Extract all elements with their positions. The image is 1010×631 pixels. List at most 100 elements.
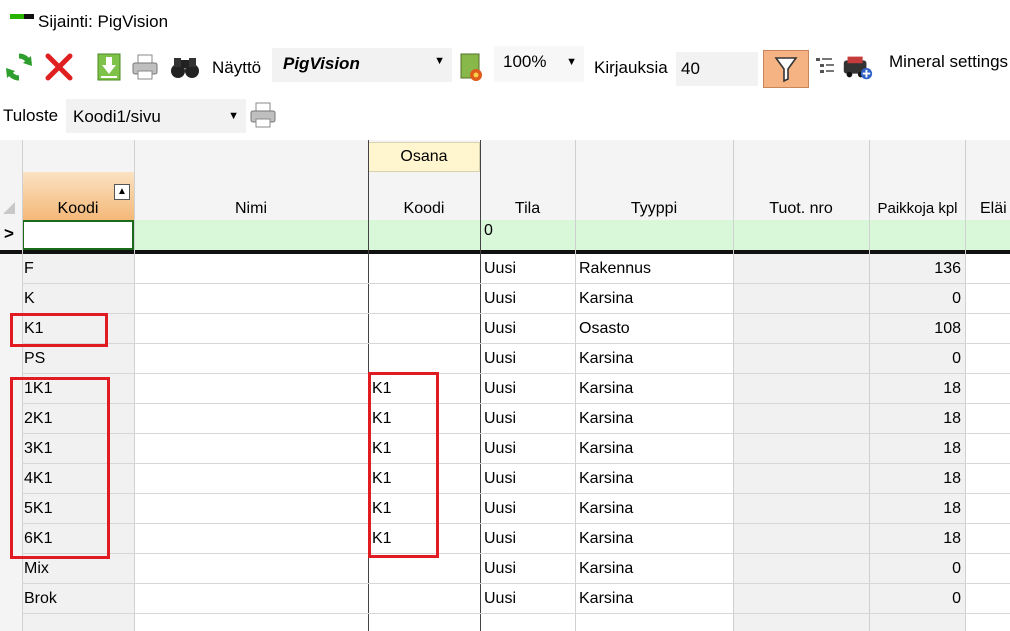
cell-tyyppi[interactable]: Karsina [579, 560, 729, 578]
table-row[interactable]: 3K1 K1 Uusi Karsina 18 [0, 434, 1010, 464]
refresh-icon[interactable] [2, 50, 36, 84]
cell-tyyppi[interactable]: Karsina [579, 380, 729, 398]
records-count-field[interactable]: 40 [676, 52, 758, 86]
cell-osana-koodi[interactable]: K1 [372, 380, 476, 398]
cell-osana-koodi[interactable]: K1 [372, 410, 476, 428]
window-title: Sijainti: PigVision [38, 12, 169, 31]
cell-paikkoja[interactable]: 136 [871, 260, 961, 278]
filter-button[interactable] [763, 50, 809, 88]
cell-tyyppi[interactable]: Karsina [579, 530, 729, 548]
cell-koodi[interactable]: Mix [24, 560, 132, 578]
cell-paikkoja[interactable]: 0 [871, 290, 961, 308]
filter-icon [774, 57, 798, 83]
cell-tila[interactable]: Uusi [484, 440, 572, 458]
table-row[interactable]: 2K1 K1 Uusi Karsina 18 [0, 404, 1010, 434]
cell-paikkoja[interactable]: 18 [871, 410, 961, 428]
binoculars-icon[interactable] [168, 50, 202, 84]
print-layout-select[interactable]: Koodi1/sivu ▼ [66, 99, 246, 133]
cell-tila[interactable]: Uusi [484, 560, 572, 578]
cell-koodi[interactable]: 5K1 [24, 500, 132, 518]
table-row[interactable]: Mix Uusi Karsina 0 [0, 554, 1010, 584]
cell-tila[interactable]: Uusi [484, 260, 572, 278]
cell-tila[interactable]: Uusi [484, 380, 572, 398]
cell-paikkoja[interactable]: 0 [871, 590, 961, 608]
table-row[interactable]: 4K1 K1 Uusi Karsina 18 [0, 464, 1010, 494]
chevron-down-icon: ▼ [566, 56, 577, 68]
cell-tila[interactable]: Uusi [484, 350, 572, 368]
cell-koodi[interactable]: 1K1 [24, 380, 132, 398]
table-row[interactable]: 5K1 K1 Uusi Karsina 18 [0, 494, 1010, 524]
column-header-osana-koodi[interactable]: Koodi [368, 200, 480, 218]
table-row[interactable]: Brok Uusi Karsina 0 [0, 584, 1010, 614]
main-toolbar: Näyttö PigVision ▼ 100% ▼ Kirjauksia 40 … [0, 44, 1010, 92]
cell-tila[interactable]: Uusi [484, 290, 572, 308]
cell-tyyppi[interactable]: Karsina [579, 440, 729, 458]
cell-paikkoja[interactable]: 18 [871, 500, 961, 518]
mineral-settings-button[interactable]: Mineral settings [889, 52, 1008, 72]
cell-koodi[interactable]: 4K1 [24, 470, 132, 488]
add-vehicle-icon[interactable] [840, 50, 874, 84]
cell-koodi[interactable]: PS [24, 350, 132, 368]
print-toolbar: Tuloste Koodi1/sivu ▼ [0, 92, 1010, 138]
cell-paikkoja[interactable]: 18 [871, 440, 961, 458]
column-header-elaimia[interactable]: Eläi [980, 200, 1010, 218]
cell-paikkoja[interactable]: 18 [871, 380, 961, 398]
cell-tyyppi[interactable]: Osasto [579, 320, 729, 338]
print-icon[interactable] [128, 50, 162, 84]
new-row-tila[interactable]: 0 [484, 222, 493, 240]
records-label: Kirjauksia [594, 58, 668, 77]
cell-koodi[interactable]: K [24, 290, 132, 308]
cell-paikkoja[interactable]: 108 [871, 320, 961, 338]
cell-tyyppi[interactable]: Karsina [579, 410, 729, 428]
tree-list-icon[interactable] [808, 50, 842, 84]
print-icon[interactable] [246, 98, 280, 132]
cell-tila[interactable]: Uusi [484, 320, 572, 338]
cell-paikkoja[interactable]: 18 [871, 530, 961, 548]
cell-tyyppi[interactable]: Karsina [579, 590, 729, 608]
cell-koodi[interactable]: Brok [24, 590, 132, 608]
cell-tila[interactable]: Uusi [484, 470, 572, 488]
cell-koodi[interactable]: 3K1 [24, 440, 132, 458]
cell-tila[interactable]: Uusi [484, 530, 572, 548]
column-header-koodi[interactable]: Koodi [22, 200, 134, 218]
cell-tila[interactable]: Uusi [484, 410, 572, 428]
cell-tila[interactable]: Uusi [484, 500, 572, 518]
cell-tyyppi[interactable]: Karsina [579, 500, 729, 518]
cell-koodi[interactable]: 6K1 [24, 530, 132, 548]
save-download-icon[interactable] [92, 50, 126, 84]
chevron-down-icon: ▼ [434, 55, 445, 67]
cell-paikkoja[interactable]: 0 [871, 560, 961, 578]
new-row[interactable] [22, 220, 1010, 250]
new-row-koodi-editor[interactable] [22, 220, 134, 250]
column-header-tyyppi[interactable]: Tyyppi [575, 200, 733, 218]
view-select[interactable]: PigVision ▼ [272, 48, 452, 82]
cell-tyyppi[interactable]: Karsina [579, 470, 729, 488]
cell-osana-koodi[interactable]: K1 [372, 470, 476, 488]
cell-tyyppi[interactable]: Rakennus [579, 260, 729, 278]
cell-tila[interactable]: Uusi [484, 590, 572, 608]
column-header-nimi[interactable]: Nimi [134, 200, 368, 218]
table-row[interactable]: 6K1 K1 Uusi Karsina 18 [0, 524, 1010, 554]
zoom-select[interactable]: 100% ▼ [494, 46, 584, 82]
cell-koodi[interactable]: K1 [24, 320, 132, 338]
cell-tyyppi[interactable]: Karsina [579, 350, 729, 368]
column-header-paikkoja[interactable]: Paikkoja kpl [870, 200, 965, 217]
column-header-tuot-nro[interactable]: Tuot. nro [733, 200, 869, 218]
table-row[interactable]: K1 Uusi Osasto 108 [0, 314, 1010, 344]
cell-osana-koodi[interactable]: K1 [372, 500, 476, 518]
table-row[interactable]: F Uusi Rakennus 136 [0, 254, 1010, 284]
table-row[interactable]: K Uusi Karsina 0 [0, 284, 1010, 314]
delete-icon[interactable] [42, 50, 76, 84]
table-row[interactable]: 1K1 K1 Uusi Karsina 18 [0, 374, 1010, 404]
select-all-corner-icon[interactable] [3, 202, 15, 214]
cell-osana-koodi[interactable]: K1 [372, 440, 476, 458]
cell-tyyppi[interactable]: Karsina [579, 290, 729, 308]
table-row[interactable]: PS Uusi Karsina 0 [0, 344, 1010, 374]
cell-paikkoja[interactable]: 0 [871, 350, 961, 368]
cell-osana-koodi[interactable]: K1 [372, 530, 476, 548]
cell-paikkoja[interactable]: 18 [871, 470, 961, 488]
column-header-tila[interactable]: Tila [480, 200, 575, 218]
cell-koodi[interactable]: 2K1 [24, 410, 132, 428]
settings-document-icon[interactable] [454, 50, 488, 84]
cell-koodi[interactable]: F [24, 260, 132, 278]
